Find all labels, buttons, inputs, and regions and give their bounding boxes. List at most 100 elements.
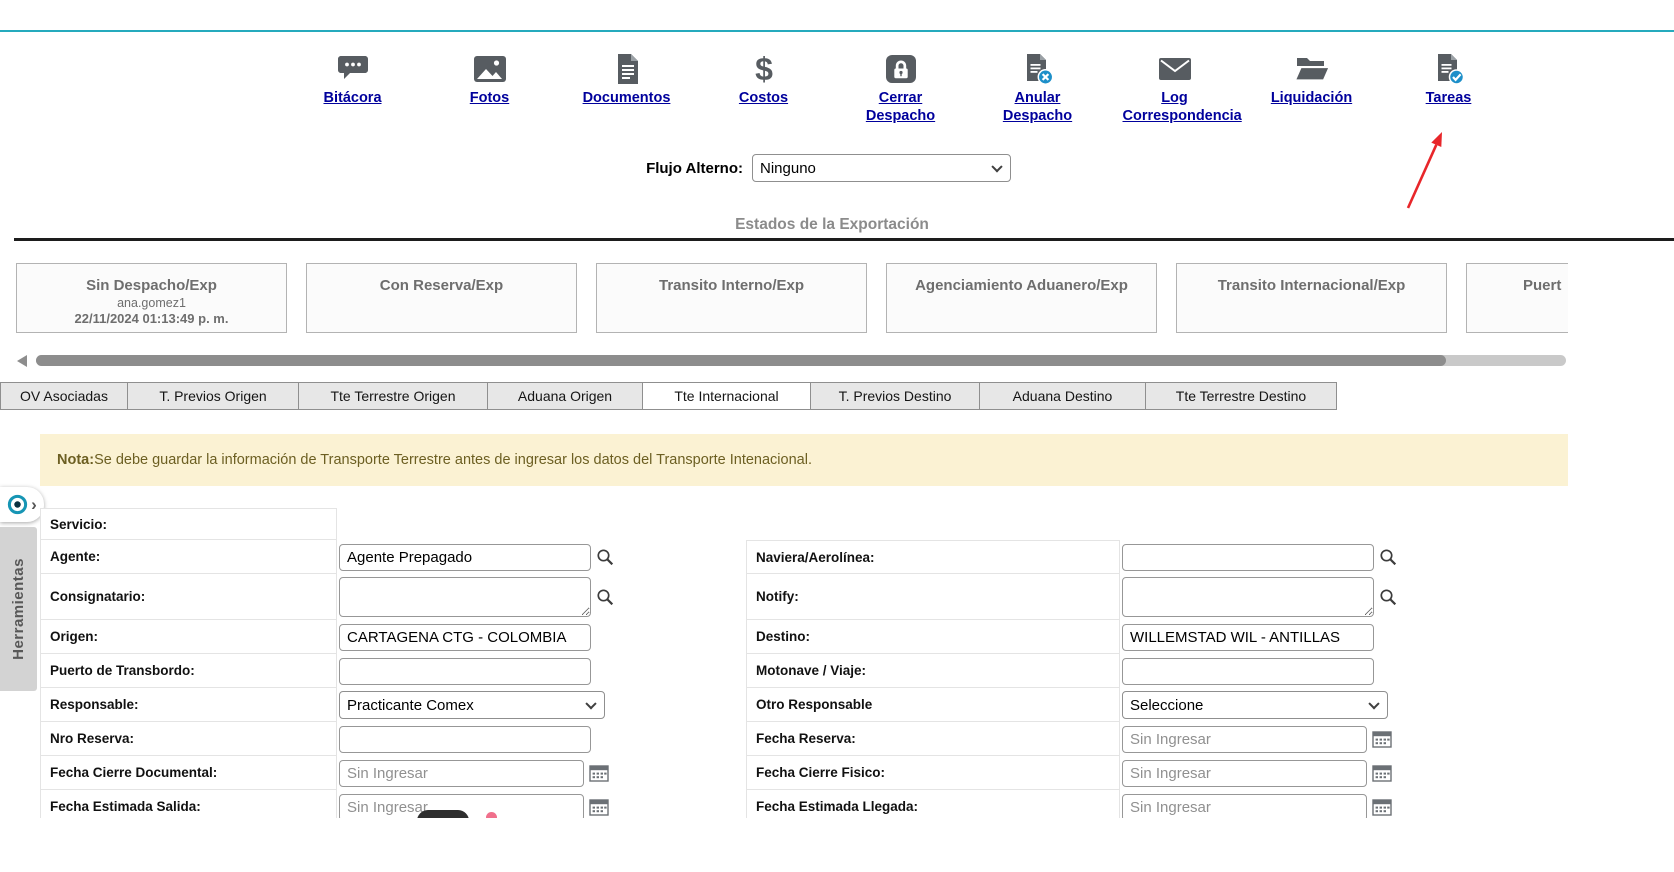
empty-cell [746,508,1120,540]
calendar-icon[interactable] [589,798,609,816]
otro-responsable-select[interactable]: Seleccione [1122,691,1388,719]
status-cards-strip: Sin Despacho/Exp ana.gomez1 22/11/2024 0… [16,263,1568,335]
calendar-icon[interactable] [1372,798,1392,816]
toolbar-link-documentos[interactable]: Documentos [583,89,671,107]
field-label-motonave: Motonave / Viaje: [746,654,1120,688]
responsable-select[interactable]: Practicante Comex [339,691,605,719]
toolbar-item-tareas[interactable]: Tareas [1380,50,1517,125]
field-label-fecha-cierre-documental: Fecha Cierre Documental: [40,756,337,790]
tab-ov-asociadas[interactable]: OV Asociadas [0,382,128,410]
note-text: Se debe guardar la información de Transp… [94,452,812,468]
sidebar-tab-herramientas[interactable]: Herramientas [0,527,37,691]
toolbar-item-documentos[interactable]: Documentos [558,50,695,125]
nro-reserva-input[interactable] [339,726,591,753]
scroll-left-arrow[interactable] [17,355,27,367]
toolbar-item-liquidacion[interactable]: Liquidación [1243,50,1380,125]
lock-icon[interactable] [883,50,919,86]
export-despacho-page: { "toolbar": { "items": [ {"label": "Bit… [0,0,1674,872]
toolbar-link-anular-despacho[interactable]: Anular Despacho [986,89,1090,125]
naviera-input[interactable] [1122,544,1374,571]
toolbar-link-tareas[interactable]: Tareas [1426,89,1472,107]
flujo-alterno-label: Flujo Alterno: [445,160,743,177]
folder-icon[interactable] [1294,50,1330,86]
search-icon[interactable] [596,588,614,606]
fecha-estimada-llegada-input[interactable] [1122,794,1367,819]
field-label-fecha-estimada-llegada: Fecha Estimada Llegada: [746,790,1120,818]
calendar-icon[interactable] [589,764,609,782]
status-card-title: Puert [1523,277,1568,294]
status-card-title: Agenciamiento Aduanero/Exp [887,277,1156,294]
status-card-transito-internacional: Transito Internacional/Exp [1176,263,1447,333]
field-label-naviera: Naviera/Aerolínea: [746,540,1120,574]
tasks-check-icon[interactable] [1431,50,1467,86]
status-card-title: Sin Despacho/Exp [17,277,286,294]
tabs-bar: OV Asociadas T. Previos Origen Tte Terre… [0,382,1337,410]
page-viewport: Bitácora Fotos Documentos $ Costos Cerra… [0,0,1674,818]
field-label-nro-reserva: Nro Reserva: [40,722,337,756]
chat-icon[interactable] [335,50,371,86]
toolbar-item-fotos[interactable]: Fotos [421,50,558,125]
destino-input[interactable] [1122,624,1374,651]
document-icon[interactable] [609,50,645,86]
toolbar-link-bitacora[interactable]: Bitácora [323,89,381,107]
toolbar-item-bitacora[interactable]: Bitácora [284,50,421,125]
horizontal-scrollbar-track[interactable] [36,355,1566,366]
cutoff-dark-element [417,810,469,818]
toolbar-link-costos[interactable]: Costos [739,89,788,107]
tools-toggle-button[interactable]: › [0,487,44,522]
search-icon[interactable] [1379,548,1397,566]
cancel-document-icon[interactable] [1020,50,1056,86]
tab-previos-destino[interactable]: T. Previos Destino [810,382,980,410]
toolbar-item-costos[interactable]: $ Costos [695,50,832,125]
field-label-otro-responsable: Otro Responsable [746,688,1120,722]
chevron-right-icon: › [31,496,37,513]
envelope-icon[interactable] [1157,50,1193,86]
cutoff-pink-element [486,812,497,818]
tab-tte-internacional[interactable]: Tte Internacional [642,382,811,410]
tools-logo-icon [7,494,28,515]
status-card-agenciamiento-aduanero: Agenciamiento Aduanero/Exp [886,263,1157,333]
tab-tte-terrestre-destino[interactable]: Tte Terrestre Destino [1145,382,1337,410]
field-label-notify: Notify: [746,574,1120,620]
transporte-internacional-form: Servicio: Agente: Naviera/Aerolínea: Con… [40,508,1568,818]
toolbar-item-cerrar-despacho[interactable]: Cerrar Despacho [832,50,969,125]
notify-textarea[interactable] [1122,577,1374,617]
dollar-icon[interactable]: $ [746,50,782,86]
toolbar-link-log-correspondencia[interactable]: Log Correspondencia [1123,89,1227,125]
tab-aduana-destino[interactable]: Aduana Destino [979,382,1146,410]
toolbar-item-log-correspondencia[interactable]: Log Correspondencia [1106,50,1243,125]
note-prefix: Nota: [57,452,94,468]
toolbar-link-liquidacion[interactable]: Liquidación [1271,89,1352,107]
toolbar: Bitácora Fotos Documentos $ Costos Cerra… [284,50,1517,125]
flujo-alterno-select[interactable]: Ninguno [752,154,1011,182]
horizontal-scrollbar-thumb[interactable] [36,355,1446,366]
tab-tte-terrestre-origen[interactable]: Tte Terrestre Origen [298,382,488,410]
sidebar-tab-label: Herramientas [10,558,27,660]
search-icon[interactable] [596,548,614,566]
photo-icon[interactable] [472,50,508,86]
field-label-origen: Origen: [40,620,337,654]
origen-input[interactable] [339,624,591,651]
status-card-title: Transito Interno/Exp [597,277,866,294]
tab-previos-origen[interactable]: T. Previos Origen [127,382,299,410]
status-card-con-reserva: Con Reserva/Exp [306,263,577,333]
calendar-icon[interactable] [1372,764,1392,782]
status-card-datetime: 22/11/2024 01:13:49 p. m. [17,311,286,326]
toolbar-link-cerrar-despacho[interactable]: Cerrar Despacho [849,89,953,125]
field-label-agente: Agente: [40,540,337,574]
consignatario-textarea[interactable] [339,577,591,617]
note-banner: Nota:Se debe guardar la información de T… [40,434,1568,486]
calendar-icon[interactable] [1372,730,1392,748]
agente-input[interactable] [339,544,591,571]
field-label-servicio: Servicio: [40,508,337,540]
search-icon[interactable] [1379,588,1397,606]
status-card-user: ana.gomez1 [17,296,286,310]
motonave-input[interactable] [1122,658,1374,685]
puerto-transbordo-input[interactable] [339,658,591,685]
fecha-cierre-fisico-input[interactable] [1122,760,1367,787]
toolbar-link-fotos[interactable]: Fotos [470,89,509,107]
fecha-cierre-documental-input[interactable] [339,760,584,787]
fecha-reserva-input[interactable] [1122,726,1367,753]
toolbar-item-anular-despacho[interactable]: Anular Despacho [969,50,1106,125]
tab-aduana-origen[interactable]: Aduana Origen [487,382,643,410]
